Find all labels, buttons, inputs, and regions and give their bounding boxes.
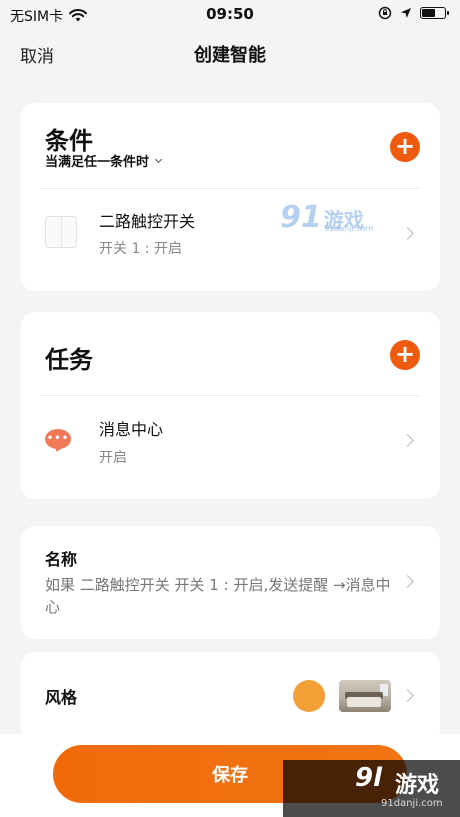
task-item-title: 消息中心 [99,420,164,439]
chevron-right-icon [401,575,414,588]
add-condition-button[interactable]: + [390,132,420,162]
tasks-heading: 任务 [45,346,93,374]
orientation-lock-icon [378,6,392,20]
battery-icon [420,7,449,19]
conditions-card: 条件 当满足任一条件时 + 二路触控开关 开关 1 : 开启 [21,103,440,291]
name-label: 名称 [45,550,78,569]
name-card[interactable]: 名称 如果 二路触控开关 开关 1 : 开启,发送提醒 →消息中心 [21,526,440,639]
location-icon [401,8,411,18]
switch-icon [45,216,77,248]
condition-item-detail: 开关 1 : 开启 [99,241,182,257]
chevron-right-icon [401,689,414,702]
divider [41,188,420,189]
task-item-detail: 开启 [99,450,127,466]
chevron-down-icon [154,155,163,163]
page-title: 创建智能 [194,45,266,66]
chevron-right-icon [401,434,414,447]
status-right [378,6,449,20]
message-center-icon: ••• [45,429,71,454]
watermark-badge: 9l 游戏 91danji.com [283,760,460,817]
condition-item-title: 二路触控开关 [99,212,196,231]
watermark-logo: 91 游戏 91danji.com [280,200,374,235]
tasks-card: 任务 + ••• 消息中心 开启 [21,312,440,499]
style-background-thumbnail [339,680,391,712]
divider [41,395,420,396]
battery-level [422,9,435,17]
condition-mode-label: 当满足任一条件时 [45,155,150,170]
style-color-swatch [293,680,325,712]
add-task-button[interactable]: + [390,340,420,370]
style-label: 风格 [45,688,78,707]
name-value: 如果 二路触控开关 开关 1 : 开启,发送提醒 →消息中心 [45,576,391,616]
style-card[interactable]: 风格 [21,652,440,742]
status-bar: 无SIM卡 09:50 [0,0,460,30]
condition-mode-selector[interactable]: 当满足任一条件时 [45,151,163,170]
chevron-right-icon [401,227,414,240]
nav-bar: 取消 创建智能 [0,30,460,76]
